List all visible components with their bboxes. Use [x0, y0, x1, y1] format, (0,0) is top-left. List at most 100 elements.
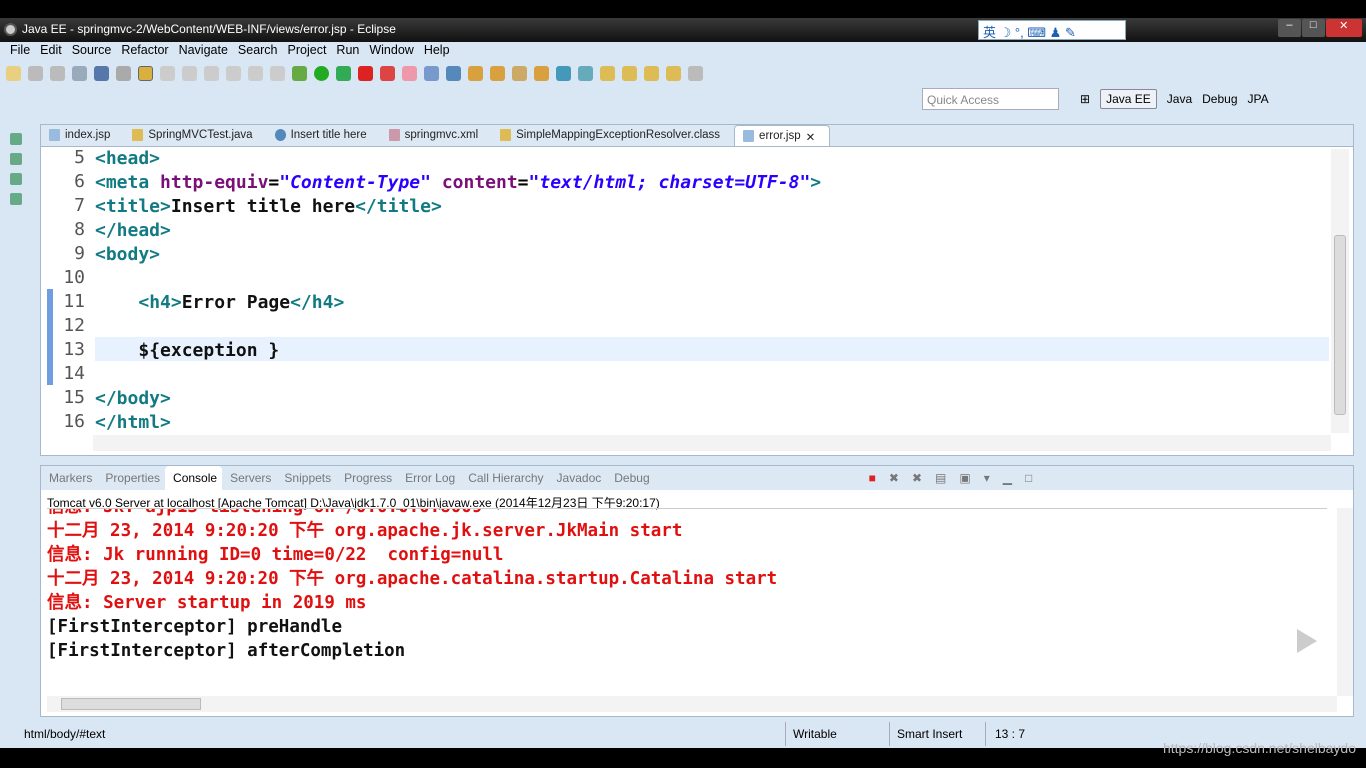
globe-icon[interactable]: [556, 65, 571, 81]
open-task-icon[interactable]: [534, 65, 549, 81]
run-icon[interactable]: [314, 65, 329, 81]
code-line[interactable]: </head>: [95, 219, 171, 243]
link-icon[interactable]: [94, 65, 109, 81]
tab-markers[interactable]: Markers: [41, 471, 97, 485]
tab-javadoc[interactable]: Javadoc: [549, 471, 607, 485]
ime-toolbar[interactable]: 英 ☽ °, ⌨ ♟ ✎: [978, 20, 1126, 40]
menu-help[interactable]: Help: [420, 42, 456, 60]
perspective-java[interactable]: Java: [1167, 92, 1192, 106]
undo-icon[interactable]: [182, 65, 197, 81]
search-icon[interactable]: [512, 65, 527, 81]
nav-back-icon[interactable]: [644, 65, 659, 81]
remove-launch-icon[interactable]: ✖: [881, 471, 904, 485]
print-icon[interactable]: [72, 65, 87, 81]
code-line[interactable]: <h4>Error Page</h4>: [95, 291, 344, 315]
debug-icon[interactable]: [292, 65, 307, 81]
scroll-thumb[interactable]: [61, 698, 201, 710]
stop-server-icon[interactable]: [358, 65, 373, 81]
scroll-thumb[interactable]: [1334, 235, 1346, 415]
next-annotation-icon[interactable]: [578, 65, 593, 81]
new-project-icon[interactable]: [424, 65, 439, 81]
code-editor[interactable]: 5 6 7 8 9 10 11 12 13 14 15 16 <head> <me…: [41, 147, 1331, 433]
code-line[interactable]: ${exception }: [95, 339, 279, 363]
pin-icon[interactable]: [688, 65, 703, 81]
tab-console[interactable]: Console: [165, 466, 223, 490]
perspective-java-ee[interactable]: Java EE: [1100, 89, 1157, 109]
mark-occurrences-icon[interactable]: [138, 65, 153, 81]
new-class-icon[interactable]: [446, 65, 461, 81]
minimize-button[interactable]: –: [1278, 19, 1301, 37]
project-explorer-icon[interactable]: [10, 133, 22, 145]
open-type-icon[interactable]: [468, 65, 483, 81]
last-edit-icon[interactable]: [622, 65, 637, 81]
maximize-view-icon[interactable]: □: [1017, 471, 1037, 485]
close-tab-icon[interactable]: ✕: [806, 130, 816, 146]
code-line[interactable]: <meta http-equiv="Content-Type" content=…: [95, 171, 821, 195]
open-console-icon[interactable]: ▾: [976, 471, 995, 485]
tab-springmvc-xml[interactable]: springmvc.xml: [381, 125, 492, 146]
code-line[interactable]: <title>Insert title here</title>: [95, 195, 442, 219]
menu-window[interactable]: Window: [365, 42, 419, 60]
minimize-view-icon[interactable]: ▁: [995, 471, 1017, 485]
open-resource-icon[interactable]: [490, 65, 505, 81]
nav-forward-icon[interactable]: [666, 65, 681, 81]
back-icon[interactable]: [160, 65, 175, 81]
tab-progress[interactable]: Progress: [336, 471, 397, 485]
menu-run[interactable]: Run: [332, 42, 365, 60]
new-server-icon[interactable]: [402, 65, 417, 81]
tab-call-hierarchy[interactable]: Call Hierarchy: [460, 471, 548, 485]
prev-annotation-icon[interactable]: [600, 65, 615, 81]
terminate-icon[interactable]: [270, 65, 285, 81]
console-output[interactable]: 信息: Jk: ajp13 listening on /0.0.0.0:8009…: [47, 508, 1327, 696]
line-number: 12: [63, 315, 85, 336]
tab-snippets[interactable]: Snippets: [276, 471, 336, 485]
resume-icon[interactable]: [226, 65, 241, 81]
new-icon[interactable]: [6, 65, 21, 81]
menu-source[interactable]: Source: [68, 42, 118, 60]
external-tools-icon[interactable]: [380, 65, 395, 81]
tab-insert-title-here[interactable]: Insert title here: [267, 125, 381, 146]
menu-navigate[interactable]: Navigate: [175, 42, 234, 60]
video-play-icon[interactable]: [1273, 616, 1333, 666]
close-button[interactable]: ✕: [1325, 19, 1362, 37]
save-all-icon[interactable]: [50, 65, 65, 81]
maximize-button[interactable]: □: [1301, 19, 1325, 37]
tab-debug[interactable]: Debug: [606, 471, 654, 485]
tab-properties[interactable]: Properties: [97, 471, 165, 485]
save-icon[interactable]: [28, 65, 43, 81]
pin-console-icon[interactable]: ▣: [951, 471, 975, 485]
menu-project[interactable]: Project: [284, 42, 333, 60]
code-line[interactable]: <body>: [95, 243, 160, 267]
menu-edit[interactable]: Edit: [36, 42, 68, 60]
toggle-block-icon[interactable]: [116, 65, 131, 81]
tab-error-jsp[interactable]: error.jsp ✕: [734, 125, 831, 146]
remove-all-icon[interactable]: ✖: [904, 471, 927, 485]
tab-index-jsp[interactable]: index.jsp: [41, 125, 124, 146]
editor-horizontal-scrollbar[interactable]: [93, 435, 1331, 451]
scroll-lock-icon[interactable]: ▤: [927, 471, 951, 485]
code-line[interactable]: <head>: [95, 147, 160, 171]
code-line[interactable]: </html>: [95, 411, 171, 435]
menu-refactor[interactable]: Refactor: [117, 42, 174, 60]
menu-search[interactable]: Search: [234, 42, 284, 60]
perspective-debug[interactable]: Debug: [1202, 92, 1237, 106]
console-horizontal-scrollbar[interactable]: [47, 696, 1337, 712]
tab-simplemappingexceptionresolver[interactable]: SimpleMappingExceptionResolver.class: [492, 125, 734, 146]
open-perspective-icon[interactable]: ⊞: [1080, 92, 1090, 106]
quick-access-input[interactable]: Quick Access: [922, 88, 1059, 110]
outline-icon[interactable]: [10, 193, 22, 205]
code-line[interactable]: </body>: [95, 387, 171, 411]
tab-error-log[interactable]: Error Log: [397, 471, 460, 485]
terminate-icon[interactable]: ■: [861, 471, 881, 485]
menu-file[interactable]: File: [6, 42, 36, 60]
console-vertical-scrollbar[interactable]: [1337, 508, 1353, 696]
step-icon[interactable]: [204, 65, 219, 81]
junit-icon[interactable]: [10, 173, 22, 185]
navigator-icon[interactable]: [10, 153, 22, 165]
tab-springmvctest-java[interactable]: SpringMVCTest.java: [124, 125, 266, 146]
tab-servers[interactable]: Servers: [222, 471, 276, 485]
suspend-icon[interactable]: [248, 65, 263, 81]
editor-vertical-scrollbar[interactable]: [1331, 149, 1349, 433]
run-server-icon[interactable]: [336, 65, 351, 81]
perspective-jpa[interactable]: JPA: [1248, 92, 1269, 106]
